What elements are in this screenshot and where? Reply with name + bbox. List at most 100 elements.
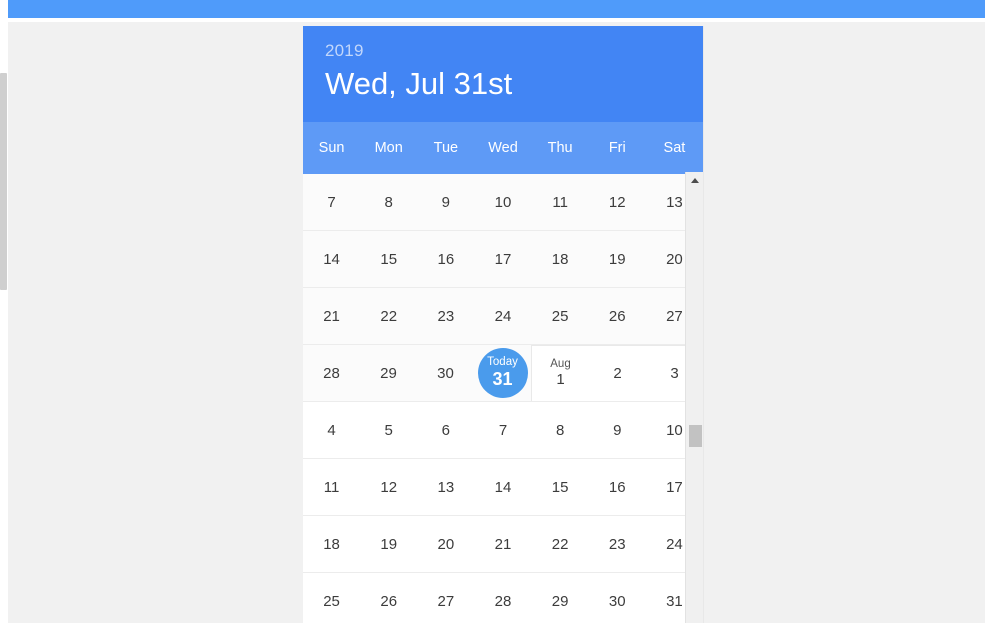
day-number-label: 31 xyxy=(666,592,683,611)
calendar-day-cell[interactable]: 5 xyxy=(360,402,417,458)
calendar-day-cell[interactable]: 22 xyxy=(360,288,417,344)
calendar-day-cell[interactable]: 20 xyxy=(417,516,474,572)
calendar-day-cell[interactable]: 23 xyxy=(589,516,646,572)
day-number-label: 26 xyxy=(609,307,626,326)
calendar-day-cell[interactable]: 17 xyxy=(474,231,531,287)
calendar-day-cell[interactable]: 28 xyxy=(474,573,531,623)
day-number-label: 25 xyxy=(323,592,340,611)
today-word-label: Today xyxy=(487,356,518,369)
calendar-year-label: 2019 xyxy=(325,40,681,62)
calendar-day-cell[interactable]: 21 xyxy=(474,516,531,572)
day-number-label: 17 xyxy=(666,478,683,497)
day-number-label: 12 xyxy=(609,193,626,212)
day-number-label: 4 xyxy=(327,421,335,440)
calendar-day-cell[interactable]: 12 xyxy=(589,174,646,230)
calendar-day-cell[interactable]: 30 xyxy=(417,345,474,401)
day-number-label: 30 xyxy=(437,364,454,383)
scroll-up-arrow-icon[interactable] xyxy=(686,172,704,188)
calendar-day-cell[interactable]: 15 xyxy=(532,459,589,515)
calendar-week-row: 14 15 16 17 18 19 20 xyxy=(303,231,703,287)
day-number-label: 14 xyxy=(323,250,340,269)
calendar-day-cell[interactable]: 14 xyxy=(474,459,531,515)
day-number-label: 19 xyxy=(609,250,626,269)
calendar-day-cell[interactable]: 11 xyxy=(532,174,589,230)
calendar-day-cell[interactable]: 23 xyxy=(417,288,474,344)
day-number-label: 9 xyxy=(442,193,450,212)
day-number-label: 23 xyxy=(438,307,455,326)
weekday-sun: Sun xyxy=(303,139,360,157)
document-scrollbar-thumb[interactable] xyxy=(0,73,7,290)
weekday-tue: Tue xyxy=(417,139,474,157)
calendar-week-row: 11 12 13 1415 16 17 xyxy=(303,459,703,515)
day-number-label: 10 xyxy=(666,421,683,440)
calendar-scrollbar-thumb[interactable] xyxy=(689,425,702,447)
day-number-label: 22 xyxy=(380,307,397,326)
day-number-label: 8 xyxy=(385,193,393,212)
calendar-scrollbar-track[interactable] xyxy=(685,172,703,623)
calendar-day-cell[interactable]: 11 xyxy=(303,459,360,515)
calendar-day-cell[interactable]: 13 xyxy=(417,459,474,515)
day-number-label: 9 xyxy=(613,421,621,440)
calendar-day-cell[interactable]: 7 xyxy=(303,174,360,230)
day-number-label: 17 xyxy=(495,250,512,269)
calendar-day-cell[interactable]: 10 xyxy=(474,174,531,230)
calendar-day-cell[interactable]: 19 xyxy=(360,516,417,572)
calendar-day-cell[interactable]: 21 xyxy=(303,288,360,344)
day-number-label: 20 xyxy=(666,250,683,269)
calendar-right-edge xyxy=(703,26,704,623)
calendar-day-cell[interactable]: 9 xyxy=(589,402,646,458)
day-number-label: 22 xyxy=(552,535,569,554)
calendar-day-cell[interactable]: 25 xyxy=(303,573,360,623)
calendar-day-cell[interactable]: Aug1 xyxy=(531,345,589,401)
day-number-label: 15 xyxy=(380,250,397,269)
calendar-day-cell[interactable]: 7 xyxy=(474,402,531,458)
calendar-day-cell[interactable]: 27 xyxy=(417,573,474,623)
day-number-label: 16 xyxy=(609,478,626,497)
calendar-day-cell[interactable]: 15 xyxy=(360,231,417,287)
calendar-day-cell[interactable]: 16 xyxy=(417,231,474,287)
weekday-sat: Sat xyxy=(646,139,703,157)
calendar-day-cell[interactable]: 22 xyxy=(532,516,589,572)
calendar-day-cell[interactable]: 14 xyxy=(303,231,360,287)
calendar-month-grid[interactable]: 7891011121314151617181920212223242526272… xyxy=(303,174,703,623)
calendar-day-cell[interactable]: 9 xyxy=(417,174,474,230)
calendar-widget: 2019 Wed, Jul 31st Sun Mon Tue Wed Thu F… xyxy=(303,26,703,623)
document-scrollbar-track[interactable] xyxy=(0,26,7,623)
calendar-day-cell[interactable]: 28 xyxy=(303,345,360,401)
calendar-day-cell[interactable]: 29 xyxy=(360,345,417,401)
day-number-label: 28 xyxy=(495,592,512,611)
calendar-week-row: 21222324252627 xyxy=(303,288,703,344)
calendar-week-row: 18192021222324 xyxy=(303,516,703,572)
day-number-label: 23 xyxy=(609,535,626,554)
calendar-day-cell[interactable]: 16 xyxy=(589,459,646,515)
day-number-label: 12 xyxy=(380,478,397,497)
calendar-day-cell[interactable]: 29 xyxy=(532,573,589,623)
calendar-day-cell[interactable]: 26 xyxy=(589,288,646,344)
calendar-day-cell[interactable]: 19 xyxy=(589,231,646,287)
calendar-day-cell[interactable]: Today31 xyxy=(474,345,531,401)
calendar-day-cell[interactable]: 2 xyxy=(589,345,646,401)
calendar-day-cell[interactable]: 25 xyxy=(532,288,589,344)
calendar-day-cell[interactable]: 18 xyxy=(532,231,589,287)
day-number-label: 13 xyxy=(438,478,455,497)
today-chip[interactable]: Today31 xyxy=(478,348,528,398)
day-number-label: 7 xyxy=(499,421,507,440)
day-number-label: 25 xyxy=(552,307,569,326)
calendar-day-cell[interactable]: 4 xyxy=(303,402,360,458)
day-number-label: 26 xyxy=(380,592,397,611)
day-number-label: 3 xyxy=(670,364,678,383)
calendar-day-cell[interactable]: 30 xyxy=(589,573,646,623)
calendar-day-cell[interactable]: 8 xyxy=(360,174,417,230)
calendar-day-cell[interactable]: 8 xyxy=(532,402,589,458)
calendar-day-cell[interactable]: 24 xyxy=(474,288,531,344)
calendar-header: 2019 Wed, Jul 31st xyxy=(303,26,703,122)
calendar-day-cell[interactable]: 26 xyxy=(360,573,417,623)
calendar-week-row: 2829 30 Today31Aug12 3 xyxy=(303,345,703,401)
weekday-thu: Thu xyxy=(532,139,589,157)
day-number-label: 6 xyxy=(442,421,450,440)
weekday-fri: Fri xyxy=(589,139,646,157)
day-number-label: 30 xyxy=(609,592,626,611)
calendar-day-cell[interactable]: 6 xyxy=(417,402,474,458)
calendar-day-cell[interactable]: 18 xyxy=(303,516,360,572)
calendar-day-cell[interactable]: 12 xyxy=(360,459,417,515)
